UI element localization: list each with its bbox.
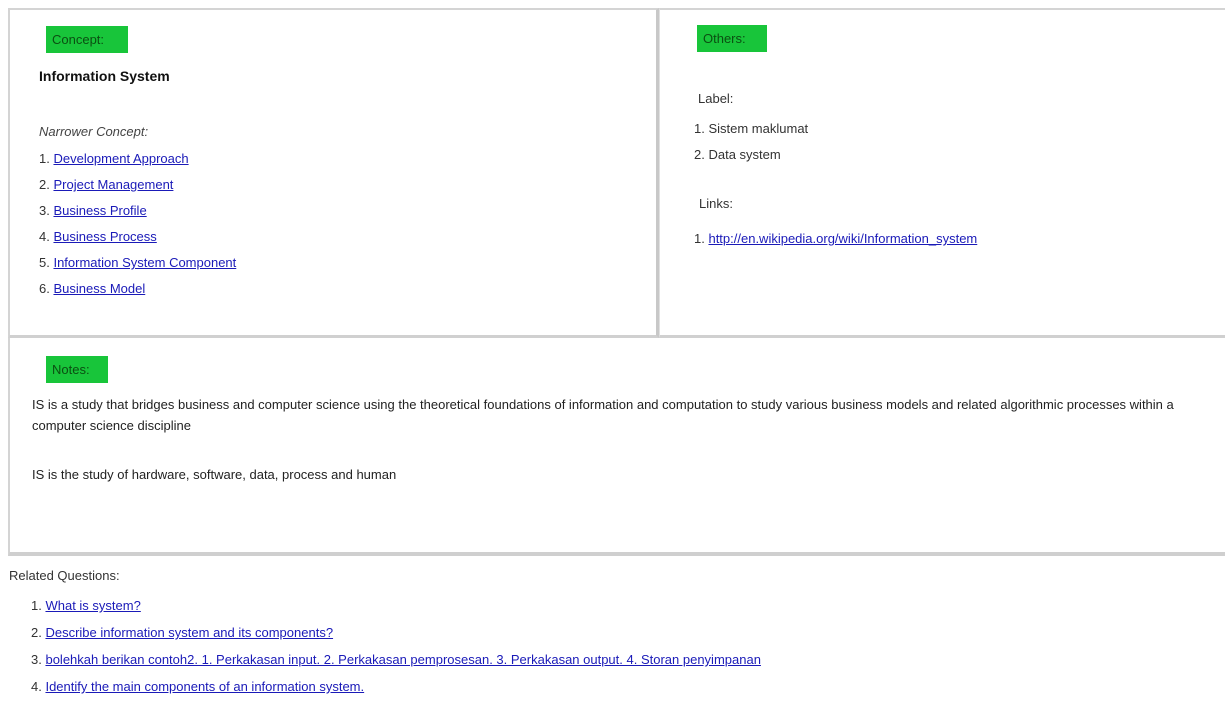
list-number: 6. [39, 281, 50, 296]
list-item: 4. Identify the main components of an in… [31, 673, 761, 700]
note-paragraph: IS is a study that bridges business and … [32, 397, 1174, 433]
narrower-link-business-model[interactable]: Business Model [53, 281, 145, 296]
narrower-link-business-process[interactable]: Business Process [53, 229, 156, 244]
list-number: 3. [39, 203, 50, 218]
list-number: 4. [31, 679, 42, 694]
list-number: 1. [39, 151, 50, 166]
list-item: 2. Project Management [39, 172, 236, 198]
list-item: 5. Information System Component [39, 250, 236, 276]
label-text: Data system [708, 147, 781, 162]
list-item: 1. Development Approach [39, 146, 236, 172]
list-number: 2. [39, 177, 50, 192]
others-panel: Others: Label: 1. Sistem maklumat 2. Dat… [659, 8, 1225, 338]
label-heading: Label: [698, 91, 734, 106]
list-number: 1. [31, 598, 42, 613]
related-questions-list: 1. What is system? 2. Describe informati… [31, 592, 761, 700]
list-item: 2. Data system [694, 142, 808, 168]
list-item: 3. bolehkah berikan contoh2. 1. Perkakas… [31, 646, 761, 673]
list-item: 3. Business Profile [39, 198, 236, 224]
concept-title: Information System [39, 68, 170, 84]
list-item: 1. Sistem maklumat [694, 116, 808, 142]
list-item: 4. Business Process [39, 224, 236, 250]
list-number: 3. [31, 652, 42, 667]
list-item: 1. What is system? [31, 592, 761, 619]
narrower-link-development-approach[interactable]: Development Approach [53, 151, 188, 166]
label-text: Sistem maklumat [708, 121, 809, 136]
links-list: 1. http://en.wikipedia.org/wiki/Informat… [694, 226, 977, 252]
list-number: 2. [31, 625, 42, 640]
list-number: 1. [694, 231, 705, 246]
list-item: 6. Business Model [39, 276, 236, 302]
concept-tag: Concept: [46, 26, 128, 53]
list-item: 2. Describe information system and its c… [31, 619, 761, 646]
question-link-identify-main-components[interactable]: Identify the main components of an infor… [45, 679, 364, 694]
note-paragraph: IS is the study of hardware, software, d… [32, 467, 397, 482]
label-list: 1. Sistem maklumat 2. Data system [694, 116, 808, 168]
list-number: 4. [39, 229, 50, 244]
others-tag: Others: [697, 25, 767, 52]
concept-panel: Concept: Information System Narrower Con… [8, 8, 659, 338]
list-number: 1. [694, 121, 705, 136]
question-link-describe-information-system[interactable]: Describe information system and its comp… [45, 625, 333, 640]
narrower-link-business-profile[interactable]: Business Profile [53, 203, 146, 218]
list-number: 5. [39, 255, 50, 270]
links-heading: Links: [699, 196, 733, 211]
narrower-link-information-system-component[interactable]: Information System Component [53, 255, 236, 270]
narrower-link-project-management[interactable]: Project Management [53, 177, 173, 192]
question-link-what-is-system[interactable]: What is system? [45, 598, 140, 613]
wikipedia-link[interactable]: http://en.wikipedia.org/wiki/Information… [708, 231, 977, 246]
related-questions-heading: Related Questions: [9, 568, 120, 583]
list-number: 2. [694, 147, 705, 162]
list-item: 1. http://en.wikipedia.org/wiki/Informat… [694, 226, 977, 252]
notes-tag: Notes: [46, 356, 108, 383]
question-link-contoh-perkakasan[interactable]: bolehkah berikan contoh2. 1. Perkakasan … [45, 652, 760, 667]
narrower-concept-list: 1. Development Approach 2. Project Manag… [39, 146, 236, 302]
narrower-concept-label: Narrower Concept: [39, 124, 149, 139]
notes-panel: Notes: IS is a study that bridges busine… [8, 338, 1225, 556]
